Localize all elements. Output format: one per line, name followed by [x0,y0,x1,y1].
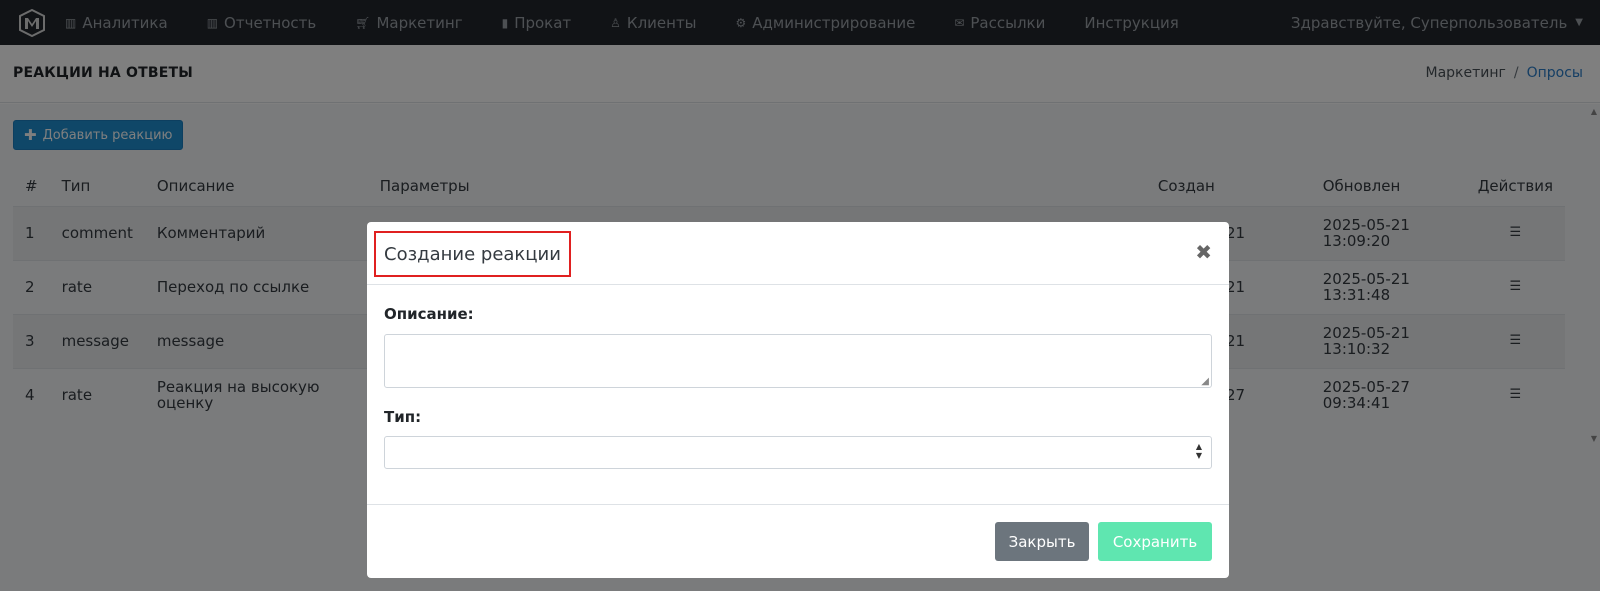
close-icon[interactable]: ✖ [1195,240,1212,264]
description-textarea[interactable]: ◢ [384,334,1212,388]
save-button[interactable]: Сохранить [1098,522,1212,561]
select-arrows-icon: ▲ ▼ [1195,442,1202,460]
create-reaction-modal: Создание реакции ✖ Описание: ◢ Тип: ▲ ▼ З… [367,222,1229,578]
type-select[interactable]: ▲ ▼ [384,436,1212,469]
close-button[interactable]: Закрыть [995,522,1089,561]
type-label: Тип: [384,408,422,426]
modal-title: Создание реакции [374,231,571,277]
description-label: Описание: [384,305,474,323]
resize-grip-icon[interactable]: ◢ [1201,376,1209,387]
modal-header: Создание реакции ✖ [367,222,1229,285]
modal-footer: Закрыть Сохранить [367,504,1229,578]
